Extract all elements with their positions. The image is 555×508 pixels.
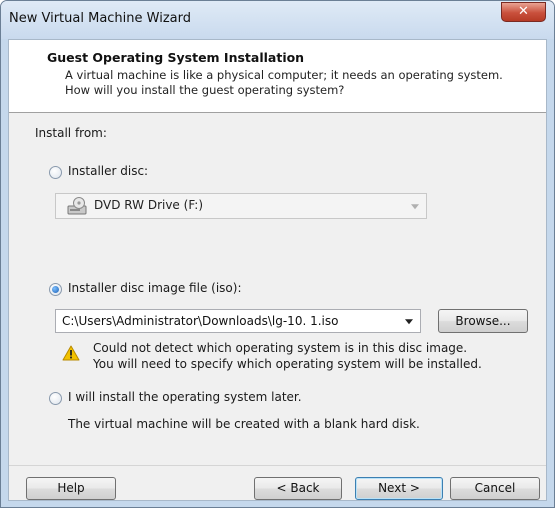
browse-button[interactable]: Browse... (438, 309, 528, 333)
iso-radio[interactable] (49, 283, 62, 296)
dvd-drive-icon (67, 197, 87, 219)
dvd-drive-value: DVD RW Drive (F:) (94, 198, 204, 212)
installer-disc-label[interactable]: Installer disc: (68, 164, 148, 178)
back-button[interactable]: < Back (254, 477, 342, 500)
page-title: Guest Operating System Installation (47, 50, 305, 65)
install-later-note: The virtual machine will be created with… (68, 417, 420, 431)
window-title: New Virtual Machine Wizard (9, 11, 191, 26)
page-description: A virtual machine is like a physical com… (65, 68, 503, 97)
iso-path-combobox[interactable]: C:\Users\Administrator\Downloads\lg-10. … (55, 309, 421, 333)
help-button[interactable]: Help (26, 477, 116, 500)
installer-disc-radio[interactable] (49, 166, 62, 179)
install-later-label[interactable]: I will install the operating system late… (68, 390, 302, 404)
title-bar[interactable]: New Virtual Machine Wizard ✕ (1, 1, 554, 39)
install-later-radio[interactable] (49, 392, 62, 405)
warning-line-1: Could not detect which operating system … (93, 341, 468, 355)
chevron-down-icon[interactable] (405, 319, 413, 325)
warning-icon (62, 345, 80, 365)
chevron-down-icon (411, 204, 419, 210)
wizard-window: New Virtual Machine Wizard ✕ Guest Opera… (0, 0, 555, 508)
cancel-button[interactable]: Cancel (450, 477, 540, 500)
footer-divider (9, 465, 546, 466)
iso-label[interactable]: Installer disc image file (iso): (68, 281, 241, 295)
wizard-client-area: Guest Operating System Installation A vi… (8, 39, 547, 501)
next-button[interactable]: Next > (355, 477, 443, 500)
dvd-drive-select[interactable]: DVD RW Drive (F:) (55, 193, 427, 219)
install-from-label: Install from: (35, 126, 107, 140)
warning-line-2: You will need to specify which operating… (93, 357, 482, 371)
iso-path-value: C:\Users\Administrator\Downloads\lg-10. … (62, 314, 339, 328)
close-icon: ✕ (518, 4, 529, 19)
close-button[interactable]: ✕ (501, 2, 546, 22)
wizard-header: Guest Operating System Installation A vi… (9, 40, 546, 113)
